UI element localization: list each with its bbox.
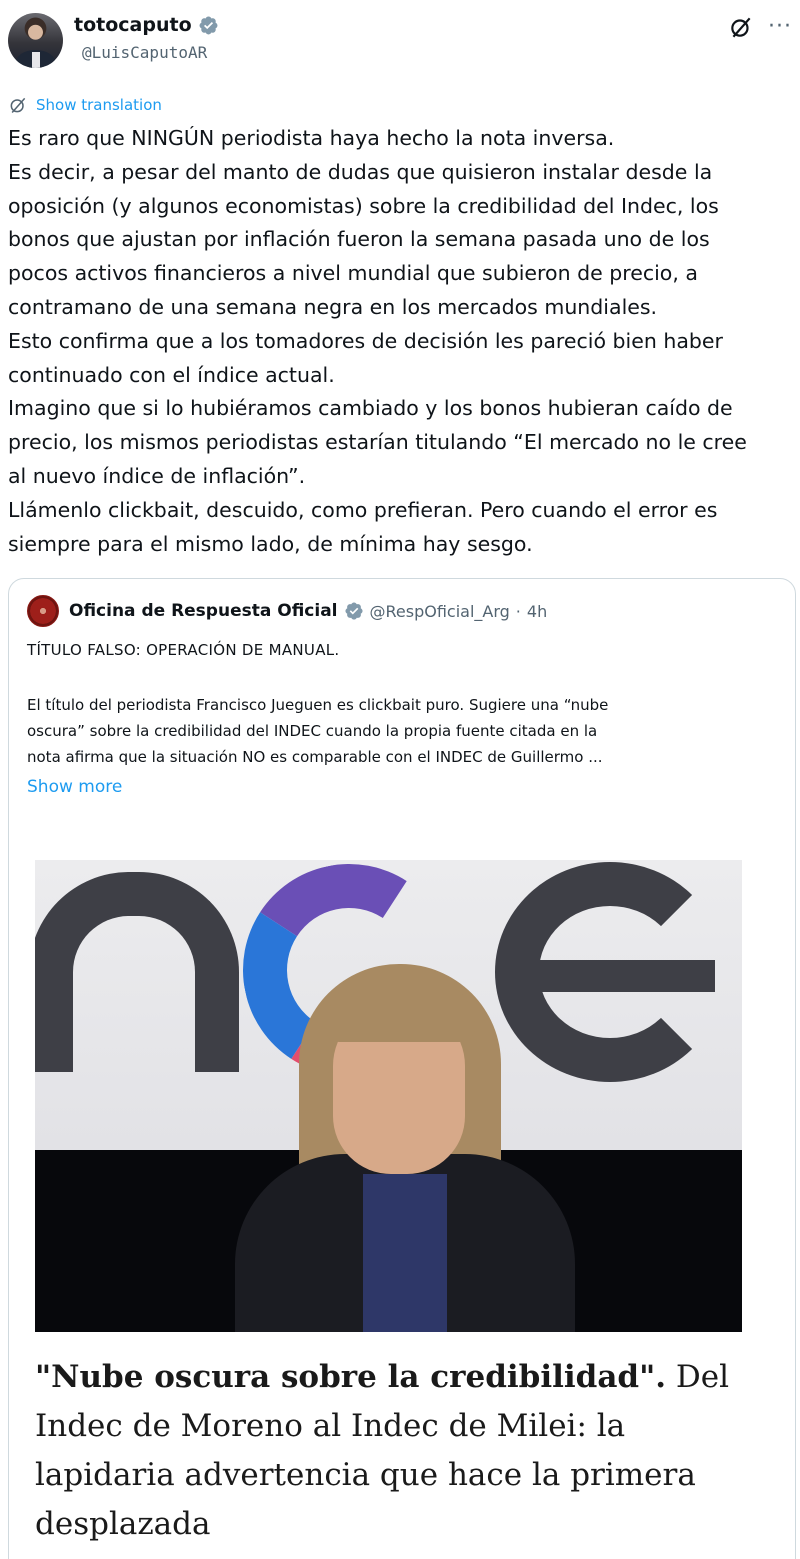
- quoted-timestamp[interactable]: 4h: [527, 602, 547, 621]
- show-more-link[interactable]: Show more: [27, 777, 122, 797]
- tweet-line: Llámenlo clickbait, descuido, como prefi…: [8, 497, 718, 522]
- tweet-line: Imagino que si lo hubiéramos cambiado y …: [8, 396, 733, 421]
- person-bangs: [325, 978, 475, 1042]
- headline-first-rest: Del: [666, 1359, 730, 1395]
- tweet-text: Es raro que NINGÚN periodista haya hecho…: [8, 122, 794, 561]
- headline-line: desplazada: [35, 1506, 211, 1542]
- author-display-name[interactable]: totocaputo: [74, 14, 192, 36]
- author-avatar[interactable]: [8, 13, 63, 68]
- quoted-body-line: nota afirma que la situación NO es compa…: [27, 748, 603, 766]
- headline-line: Indec de Moreno al Indec de Milei: la: [35, 1408, 626, 1444]
- quoted-author-name[interactable]: Oficina de Respuesta Oficial: [69, 601, 338, 621]
- quoted-tweet-body: El título del periodista Francisco Juegu…: [27, 692, 777, 770]
- tweet-line: continuado con el índice actual.: [8, 362, 335, 387]
- headline-line: "Nube oscura sobre la credibilidad". Del: [35, 1353, 775, 1402]
- show-translation-label: Show translation: [36, 96, 162, 114]
- author-name-row: totocaputo: [74, 14, 219, 36]
- tweet-header: totocaputo @LuisCaputoAR ···: [8, 10, 800, 72]
- tweet-top-actions: ···: [728, 14, 792, 40]
- article-headline[interactable]: "Nube oscura sobre la credibilidad". Del…: [35, 1353, 775, 1549]
- quoted-tweet-card[interactable]: Oficina de Respuesta Oficial @RespOficia…: [8, 578, 796, 1559]
- tweet-line: pocos activos financieros a nivel mundia…: [8, 261, 698, 286]
- tweet-line: al nuevo índice de inflación”.: [8, 463, 306, 488]
- show-translation-link[interactable]: Show translation: [8, 95, 162, 115]
- quoted-tweet-header: Oficina de Respuesta Oficial @RespOficia…: [27, 595, 547, 627]
- avatar-shirt: [32, 52, 40, 68]
- tweet-line: bonos que ajustan por inflación fueron l…: [8, 227, 710, 252]
- tweet-line: Es raro que NINGÚN periodista haya hecho…: [8, 126, 615, 150]
- headline-line: lapidaria advertencia que hace la primer…: [35, 1457, 696, 1493]
- more-options-icon[interactable]: ···: [768, 16, 792, 38]
- grok-icon[interactable]: [728, 14, 754, 40]
- verified-badge-icon: [199, 16, 218, 34]
- person-blouse: [363, 1174, 447, 1332]
- verified-badge-icon: [344, 602, 363, 620]
- article-photo[interactable]: [35, 860, 742, 1332]
- quoted-body-line: El título del periodista Francisco Juegu…: [27, 696, 609, 714]
- quoted-author-avatar[interactable]: [27, 595, 59, 627]
- quoted-body-line: oscura” sobre la credibilidad del INDEC …: [27, 722, 598, 740]
- tweet-line: precio, los mismos periodistas estarían …: [8, 430, 747, 455]
- indec-logo-n-shape: [35, 872, 239, 1072]
- quoted-tweet-title: TÍTULO FALSO: OPERACIÓN DE MANUAL.: [27, 641, 340, 659]
- tweet-line: Esto confirma que a los tomadores de dec…: [8, 328, 723, 353]
- tweet-line: Es decir, a pesar del manto de dudas que…: [8, 159, 713, 184]
- tweet-line: siempre para el mismo lado, de mínima ha…: [8, 531, 533, 556]
- tweet-line: contramano de una semana negra en los me…: [8, 294, 658, 319]
- photo-person: [235, 964, 575, 1332]
- headline-bold-quote: "Nube oscura sobre la credibilidad".: [35, 1359, 667, 1395]
- tweet-line: oposición (y algunos economistas) sobre …: [8, 193, 719, 218]
- translate-globe-icon: [10, 97, 26, 113]
- author-handle[interactable]: @LuisCaputoAR: [82, 43, 207, 62]
- quoted-author-handle[interactable]: @RespOficial_Arg: [370, 602, 510, 621]
- separator-dot: ·: [515, 601, 521, 621]
